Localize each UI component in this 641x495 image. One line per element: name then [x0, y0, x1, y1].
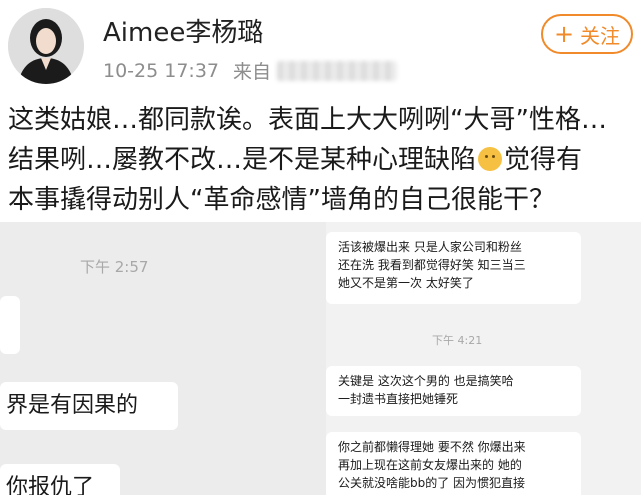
- left-chat-time: 下午 2:57: [80, 258, 149, 276]
- right-chat-bubble: 活该被爆出来 只是人家公司和粉丝 还在洗 我看到都觉得好笑 知三当三 她又不是第…: [326, 232, 581, 304]
- plus-icon: +: [553, 20, 575, 48]
- left-chat-bubble: [0, 296, 20, 354]
- chat-line: 她又不是第一次 太好笑了: [338, 276, 474, 290]
- blurred-source: [277, 60, 398, 81]
- post-source-label: 来自: [233, 61, 272, 83]
- right-chat-bubble: 关键是 这次这个男的 也是搞笑哈 一封遗书直接把她锤死: [326, 366, 581, 416]
- thinking-face-icon: [478, 147, 503, 171]
- post-line-3: 本事撬得动别人“革命感情”墙角的自己很能干？: [8, 185, 555, 215]
- post-timestamp: 10-25 17:37: [103, 59, 220, 82]
- post-line-2-text-end: 觉得有: [504, 145, 583, 175]
- right-chat-bubble: 你之前都懒得理她 要不然 你爆出来 再加上现在这前女友爆出来的 她的 公关就没啥…: [326, 432, 581, 495]
- attached-chat-screenshot[interactable]: 下午 2:57 界是有因果的 你报仇了 活该被爆出来 只是人家公司和粉丝 还在洗…: [0, 222, 641, 495]
- chat-line: 再加上现在这前女友爆出来的 她的: [338, 458, 522, 472]
- chat-line: 活该被爆出来 只是人家公司和粉丝: [338, 240, 522, 254]
- username[interactable]: Aimee李杨璐: [103, 12, 263, 49]
- chat-line: 公关就没啥能bb的了 因为惯犯直接: [338, 476, 526, 490]
- left-chat-bubble: 你报仇了: [0, 464, 120, 495]
- post-line-2-text: 结果咧…屡教不改…是不是某种心理缺陷: [8, 145, 477, 175]
- left-chat-pane: [0, 222, 326, 495]
- chat-line: 你之前都懒得理她 要不然 你爆出来: [338, 440, 526, 454]
- chat-line: 还在洗 我看到都觉得好笑 知三当三: [338, 258, 526, 272]
- post-line-1: 这类姑娘…都同款诶。表面上大大咧咧“大哥”性格…: [8, 105, 607, 135]
- post-text: 这类姑娘…都同款诶。表面上大大咧咧“大哥”性格… 结果咧…屡教不改…是不是某种心…: [8, 100, 638, 220]
- avatar[interactable]: [8, 8, 84, 84]
- follow-button[interactable]: + 关注: [541, 14, 633, 54]
- chat-line: 关键是 这次这个男的 也是搞笑哈: [338, 374, 514, 388]
- chat-line: 一封遗书直接把她锤死: [338, 392, 459, 406]
- post-meta: 10-25 17:37 来自: [103, 57, 398, 84]
- left-chat-bubble: 界是有因果的: [0, 382, 178, 430]
- follow-label: 关注: [580, 23, 621, 48]
- right-chat-time: 下午 4:21: [432, 334, 483, 347]
- post-line-2: 结果咧…屡教不改…是不是某种心理缺陷 觉得有: [8, 140, 638, 180]
- avatar-portrait-icon: [8, 8, 84, 84]
